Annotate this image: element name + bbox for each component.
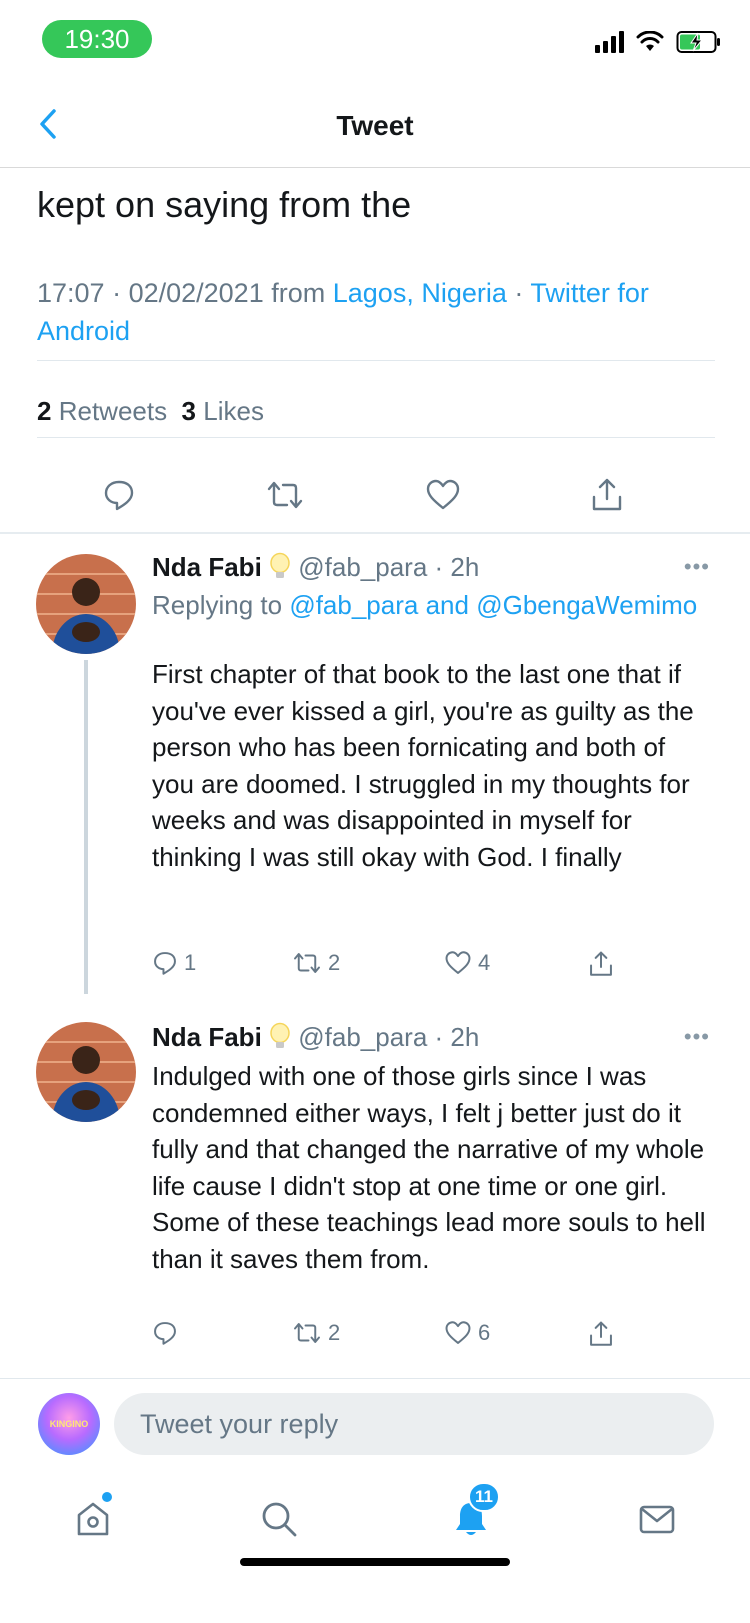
lightbulb-icon [270,552,290,578]
like-count: 6 [478,1320,491,1345]
reply-header: Nda Fabi @fab_para · 2h [152,1022,480,1052]
divider [37,360,715,361]
reply-icon [154,952,176,975]
like-button[interactable]: 4 [444,950,490,976]
likes-count: 3 [181,396,197,426]
battery-charging-icon [676,31,720,53]
author-name[interactable]: Nda Fabi [152,1022,262,1052]
more-options-icon[interactable]: ••• [684,1024,710,1050]
new-content-dot [102,1492,112,1502]
share-button[interactable] [582,470,632,520]
tweet-date: 02/02/2021 [128,278,264,308]
avatar-text: KINGINO [49,1419,89,1429]
cellular-signal-icon [595,31,624,53]
likes-stat[interactable]: 3 Likes [182,396,264,426]
tweet-time: 17:07 [37,278,105,308]
retweet-icon [267,481,303,509]
author-handle[interactable]: @fab_para [298,1022,427,1052]
reply-button[interactable] [152,1320,184,1346]
search-icon [262,1502,297,1537]
heart-icon [445,951,471,974]
author-name[interactable]: Nda Fabi [152,552,262,582]
replying-and[interactable]: and [426,590,469,620]
home-icon [77,1502,109,1536]
tweet-stats: 2 Retweets 3 Likes [37,396,264,427]
likes-label: Likes [203,396,264,426]
status-icons [595,30,722,54]
retweets-label: Retweets [58,396,168,426]
heart-icon [426,479,460,510]
page-title: Tweet [336,110,414,141]
reply-button[interactable] [94,470,144,520]
section-separator [0,532,750,534]
status-time: 19:30 [42,20,152,58]
retweet-button[interactable] [260,470,310,520]
author-handle[interactable]: @fab_para [298,552,427,582]
reply-input[interactable]: Tweet your reply [114,1393,714,1455]
reply-text: Indulged with one of those girls since I… [152,1061,706,1274]
tab-home[interactable] [68,1492,118,1544]
home-indicator [240,1558,510,1566]
like-count: 4 [478,950,491,975]
share-icon [590,951,612,976]
reply-header: Nda Fabi @fab_para · 2h [152,552,480,582]
reply-icon [104,480,134,511]
main-tweet-text: kept on saying from the [37,184,412,225]
reply-count: 1 [184,950,197,975]
share-icon [590,1321,612,1346]
compose-bar: KINGINO Tweet your reply [0,1378,750,1478]
retweet-icon [294,1323,320,1343]
lightbulb-icon [270,1022,290,1048]
reply-icon [154,1322,176,1345]
reply-time: 2h [450,552,480,582]
retweets-count: 2 [37,396,52,426]
retweet-count: 2 [328,1320,341,1345]
mention-link[interactable]: @fab_para [289,590,418,620]
heart-icon [445,1321,471,1344]
like-button[interactable]: 6 [444,1320,490,1346]
retweet-button[interactable]: 2 [292,950,340,976]
mail-icon [639,1505,675,1534]
divider [37,437,715,438]
tab-bar: 11 [0,1478,750,1578]
from-word: from [271,278,326,308]
mention-link[interactable]: @GbengaWemimo [476,590,697,620]
reply-button[interactable]: 1 [152,950,196,976]
tweet-action-bar [0,470,750,520]
share-button[interactable] [588,1320,614,1348]
retweet-button[interactable]: 2 [292,1320,340,1346]
retweet-count: 2 [328,950,341,975]
avatar[interactable] [36,554,136,654]
like-button[interactable] [418,470,468,520]
tab-notifications[interactable]: 11 [446,1482,500,1544]
wifi-icon [636,31,664,51]
share-icon [592,478,622,511]
thread-line [84,660,88,994]
status-bar: 19:30 [0,0,750,70]
tab-search[interactable] [254,1494,304,1544]
user-avatar[interactable]: KINGINO [38,1393,100,1455]
tweet-location-link[interactable]: Lagos, Nigeria [333,278,507,308]
reply-text: First chapter of that book to the last o… [152,659,694,872]
avatar[interactable] [36,1022,136,1122]
replying-to-label: Replying to [152,590,283,620]
header: Tweet [0,80,750,168]
replying-to: Replying to @fab_para and @GbengaWemimo [152,586,712,624]
share-button[interactable] [588,950,614,978]
reply-action-bar: 1 2 4 [152,950,632,986]
retweets-stat[interactable]: 2 Retweets [37,396,167,426]
notifications-badge: 11 [468,1482,500,1512]
reply-action-bar: 2 6 [152,1320,632,1356]
tab-messages[interactable] [632,1494,682,1544]
more-options-icon[interactable]: ••• [684,554,710,580]
reply-time: 2h [450,1022,480,1052]
tweet-meta: 17:07 · 02/02/2021 from Lagos, Nigeria ·… [37,278,649,346]
retweet-icon [294,953,320,973]
